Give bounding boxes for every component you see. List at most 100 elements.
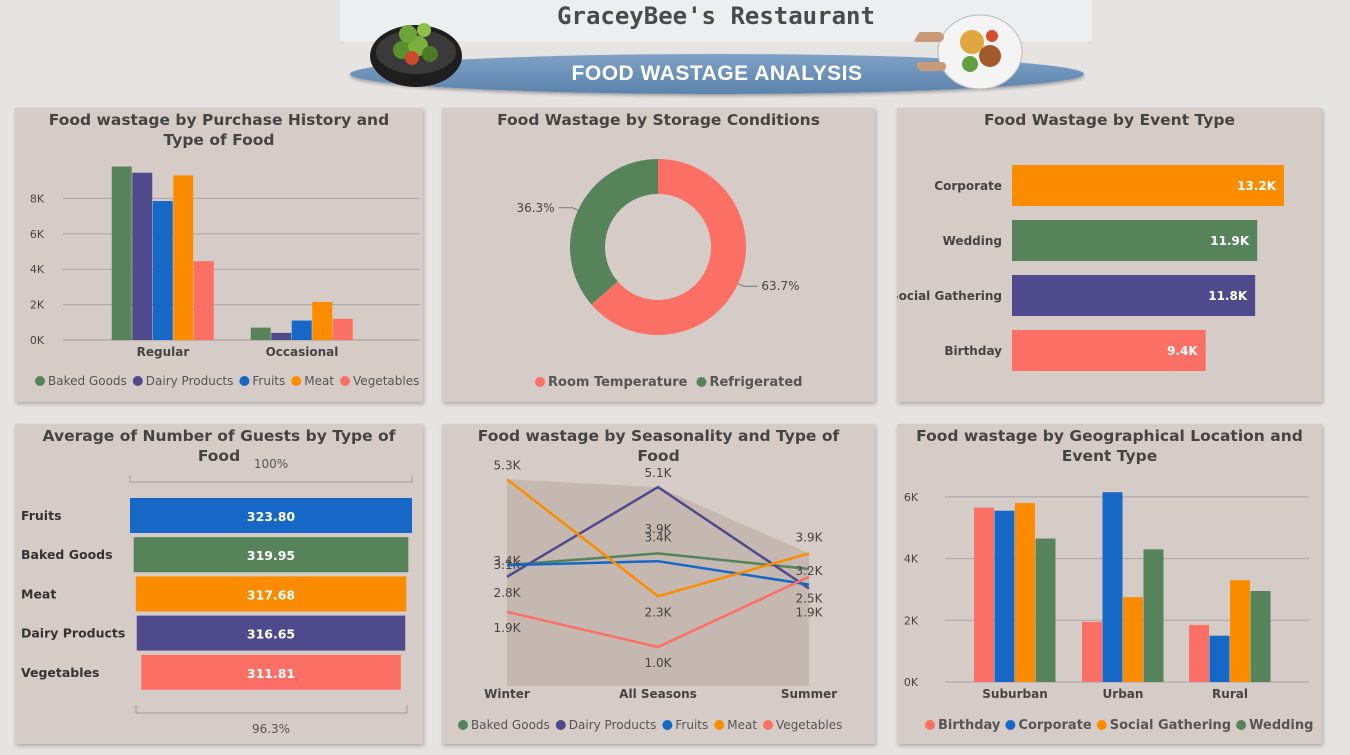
category-label: Meat	[21, 586, 56, 601]
legend-marker	[35, 376, 45, 386]
bar-birthday	[1189, 624, 1209, 682]
x-tick-label: All Seasons	[619, 687, 697, 701]
legend-label: Vegetables	[353, 374, 419, 388]
slice-label: 36.3%	[516, 201, 554, 215]
category-label: Wedding	[943, 234, 1002, 248]
legend-marker	[662, 720, 673, 730]
x-tick-label: Suburban	[982, 687, 1047, 701]
legend-label: Wedding	[1249, 718, 1313, 733]
bar-vegetables	[332, 318, 353, 340]
bar-wedding	[1250, 590, 1271, 682]
legend-label: Baked Goods	[48, 374, 127, 388]
bar-fruits	[291, 320, 312, 340]
bar-social-gathering	[1015, 503, 1035, 682]
bar-vegetables	[193, 261, 214, 340]
y-tick-label: 0K	[30, 334, 45, 347]
legend-label: Fruits	[675, 718, 708, 732]
legend-marker	[696, 377, 707, 387]
legend-label: Birthday	[938, 718, 1001, 733]
legend-label: Social Gathering	[1110, 718, 1231, 733]
legend-marker	[535, 377, 545, 387]
data-label: 11.9K	[1210, 234, 1250, 248]
x-tick-label: Rural	[1212, 687, 1248, 701]
geography-chart: 0K 2K 4K 6K Suburban Urban Rural Birthday Corpor…	[904, 491, 1314, 733]
legend-label: Refrigerated	[709, 375, 802, 390]
bottom-percent-label: 96.3%	[252, 722, 290, 736]
bar-meat	[312, 301, 333, 340]
category-label: Birthday	[944, 344, 1002, 358]
data-label: 311.81	[247, 666, 295, 681]
y-tick-label: 6K	[904, 491, 919, 504]
y-tick-label: 2K	[30, 299, 45, 312]
data-label: 1.9K	[494, 621, 522, 635]
legend-label: Dairy Products	[569, 718, 657, 732]
data-label: 3.9K	[796, 530, 824, 544]
slice-refrigerated	[570, 159, 658, 305]
leader-line	[558, 207, 579, 211]
panel-purchase-history: Food wastage by Purchase History and Typ…	[15, 108, 423, 402]
bar-dairy-products	[132, 172, 153, 340]
panel-storage-conditions: Food Wastage by Storage Conditions 63.7%…	[442, 108, 875, 402]
bar-corporate	[1102, 492, 1123, 682]
data-label: 11.8K	[1208, 289, 1248, 303]
legend-label: Baked Goods	[471, 718, 550, 732]
y-tick-label: 4K	[30, 263, 45, 276]
purchase-history-chart: 0K 2K 4K 6K 8K Regular Occasional Baked Goods Da…	[30, 166, 420, 388]
data-label: 13.2K	[1237, 179, 1277, 193]
legend-marker	[1236, 720, 1247, 730]
data-label: 1.0K	[645, 656, 673, 670]
bar-corporate	[994, 510, 1015, 682]
bar-dairy-products	[271, 332, 292, 340]
legend-label: Dairy Products	[146, 374, 234, 388]
bar-social-gathering	[1230, 580, 1250, 682]
category-label: Fruits	[21, 508, 62, 523]
data-label: 3.4K	[494, 554, 522, 568]
data-label: 9.4K	[1167, 344, 1198, 358]
data-label: 323.80	[247, 509, 296, 524]
legend-label: Meat	[727, 718, 757, 732]
data-label: 319.95	[247, 548, 295, 563]
legend-label: Fruits	[252, 374, 285, 388]
storage-conditions-chart: 63.7% 36.3% Room Temperature Refrigerated	[516, 159, 802, 390]
bar-social-gathering	[1123, 597, 1143, 682]
legend-label: Corporate	[1018, 718, 1092, 733]
legend-marker	[239, 376, 250, 386]
panel-event-type: Food Wastage by Event Type Corporate 13.2…	[897, 108, 1322, 402]
legend-label: Vegetables	[776, 718, 842, 732]
bar-birthday	[974, 507, 994, 682]
y-tick-label: 6K	[30, 228, 45, 241]
category-label: Social Gathering	[897, 289, 1002, 303]
x-tick-label: Urban	[1103, 687, 1144, 701]
data-label: 5.1K	[645, 466, 673, 480]
data-label: 3.9K	[645, 522, 673, 536]
salad-bowl-image	[370, 23, 462, 87]
legend-marker	[132, 376, 143, 386]
category-label: Vegetables	[21, 665, 99, 680]
event-type-chart: Corporate 13.2K Wedding 11.9K Social Gatheri…	[897, 165, 1284, 371]
guests-chart: 100% Fruits 323.80 Baked Goods 319.95 Meat 317…	[21, 457, 413, 736]
legend-marker	[458, 720, 468, 730]
bar-wedding	[1035, 538, 1056, 682]
data-label: 317.68	[247, 587, 295, 602]
y-tick-label: 2K	[904, 614, 919, 627]
panel-geography: Food wastage by Geographical Location an…	[897, 424, 1322, 744]
seasonality-chart: 3.1K3.4K2.8K5.1K2.5K3.4K3.9K1.9K5.3K2.3K…	[458, 458, 842, 732]
x-tick-label: Occasional	[266, 345, 339, 359]
data-label: 316.65	[247, 627, 295, 642]
panel-seasonality: Food wastage by Seasonality and Type of …	[442, 424, 875, 744]
legend-marker	[1096, 720, 1107, 730]
category-label: Corporate	[934, 179, 1002, 193]
bar-baked-goods	[250, 327, 271, 340]
legend-marker	[340, 376, 351, 386]
bar-fruits	[152, 201, 173, 340]
top-percent-label: 100%	[254, 457, 288, 471]
bar-corporate	[1209, 635, 1230, 682]
bar-baked-goods	[111, 166, 132, 340]
category-label: Dairy Products	[21, 626, 125, 641]
area-fill	[507, 479, 809, 686]
category-label: Baked Goods	[21, 547, 113, 562]
legend-marker	[291, 376, 302, 386]
x-tick-label: Regular	[137, 345, 190, 359]
data-label: 2.5K	[796, 592, 824, 606]
slice-label: 63.7%	[761, 279, 799, 293]
